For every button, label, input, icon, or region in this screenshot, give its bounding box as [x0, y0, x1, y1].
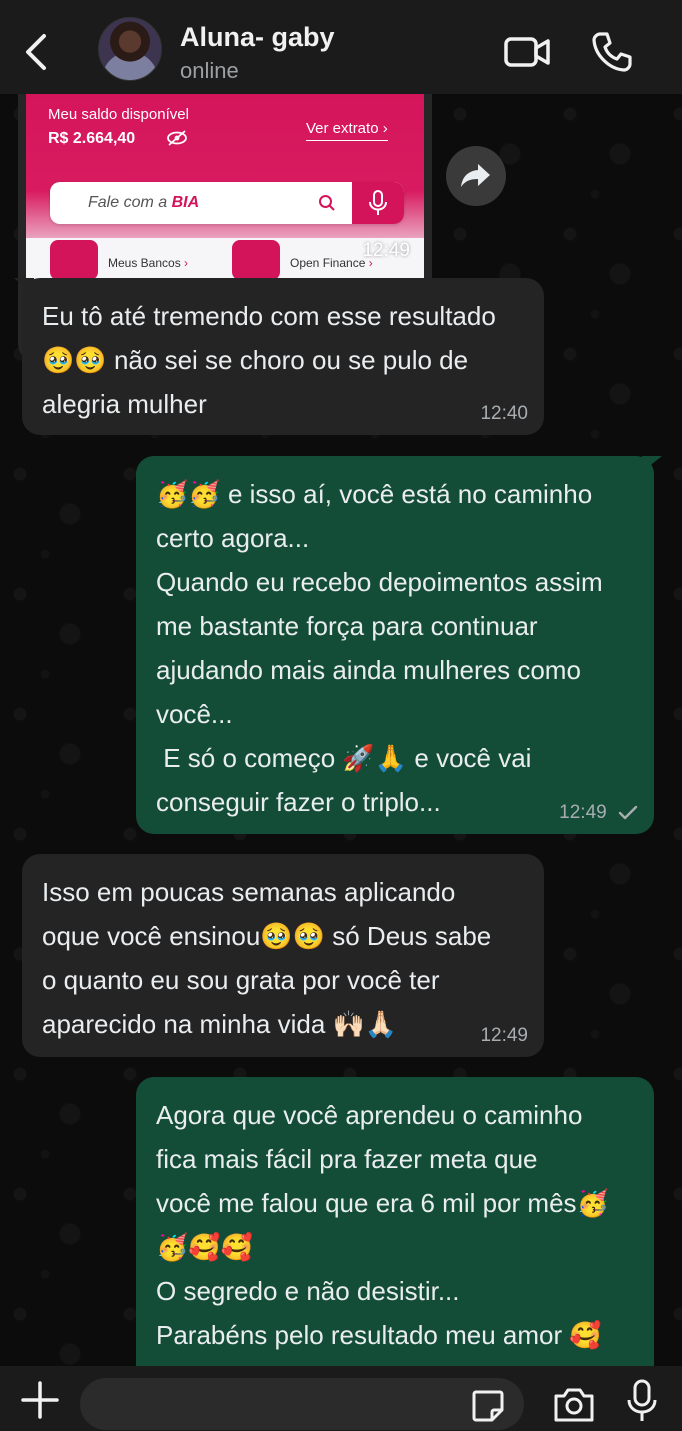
- contact-name[interactable]: Aluna- gaby: [180, 22, 335, 53]
- message-composer: [0, 1366, 682, 1431]
- bank-search-text: Fale com a BIA: [88, 194, 199, 212]
- chat-area[interactable]: Meu saldo disponível R$ 2.664,40 Ver ext…: [0, 94, 682, 1366]
- bank-balance-value: R$ 2.664,40: [48, 130, 136, 147]
- voice-message-button[interactable]: [624, 1378, 660, 1424]
- message-time: 12:49: [480, 1025, 528, 1046]
- camera-icon: [554, 1388, 594, 1422]
- bank-statement-link: Ver extrato ›: [306, 120, 388, 141]
- bank-search-prefix: Fale com a: [88, 194, 172, 211]
- eye-off-icon: [167, 130, 187, 146]
- message-text: 🥳🥳 e isso aí, você está no caminho certo…: [156, 479, 603, 817]
- message-time: 12:40: [480, 403, 528, 424]
- image-message-time: 12:49: [362, 240, 410, 261]
- bank-search-bar: Fale com a BIA: [50, 182, 404, 224]
- bank-link-open-finance: Open Finance ›: [290, 256, 373, 270]
- chevron-right-icon: ›: [382, 120, 388, 137]
- incoming-message[interactable]: Eu tô até tremendo com esse resultado 🥹🥹…: [14, 278, 544, 435]
- video-call-button[interactable]: [500, 30, 556, 74]
- chat-header: Aluna- gaby online: [0, 0, 682, 94]
- open-finance-icon: [232, 240, 280, 280]
- bank-link-meus-bancos: Meus Bancos ›: [108, 256, 189, 270]
- bank-link-1-label: Meus Bancos: [108, 256, 181, 270]
- back-button[interactable]: [18, 30, 54, 74]
- bank-mic-button: [352, 182, 404, 224]
- forward-arrow-icon: [461, 164, 490, 187]
- single-check-icon: [618, 805, 638, 820]
- bubble-tail: [642, 456, 662, 472]
- bank-link-2-label: Open Finance: [290, 256, 366, 270]
- message-time-status: 12:49: [559, 802, 638, 824]
- incoming-message[interactable]: Isso em poucas semanas aplicando oque vo…: [22, 854, 544, 1057]
- bank-statement-label: Ver extrato: [306, 120, 379, 137]
- bubble-tail: [14, 278, 34, 294]
- message-input[interactable]: [80, 1378, 524, 1430]
- bank-balance-label: Meu saldo disponível: [48, 106, 189, 123]
- phone-icon: [592, 32, 632, 72]
- bank-icon: [50, 240, 98, 280]
- search-icon: [319, 195, 335, 211]
- attach-button[interactable]: [20, 1380, 60, 1420]
- sticker-icon: [472, 1390, 504, 1422]
- bank-search-brand: BIA: [171, 194, 200, 211]
- video-camera-icon: [504, 37, 550, 67]
- forward-button[interactable]: [446, 146, 506, 206]
- sticker-button[interactable]: [470, 1388, 506, 1424]
- message-text: Eu tô até tremendo com esse resultado 🥹🥹…: [42, 301, 496, 419]
- message-text: Isso em poucas semanas aplicando oque vo…: [42, 877, 492, 1039]
- message-time: 12:49: [559, 802, 607, 823]
- contact-status: online: [180, 58, 239, 83]
- voice-call-button[interactable]: [588, 28, 636, 76]
- plus-icon: [21, 1381, 59, 1419]
- outgoing-message[interactable]: 🥳🥳 e isso aí, você está no caminho certo…: [136, 456, 662, 834]
- outgoing-message[interactable]: Agora que você aprendeu o caminho fica m…: [136, 1077, 654, 1366]
- chevron-left-icon: [26, 34, 46, 70]
- camera-button[interactable]: [552, 1384, 596, 1424]
- microphone-icon: [627, 1379, 657, 1421]
- microphone-icon: [369, 190, 387, 215]
- avatar[interactable]: [98, 17, 162, 81]
- message-text: Agora que você aprendeu o caminho fica m…: [156, 1100, 609, 1350]
